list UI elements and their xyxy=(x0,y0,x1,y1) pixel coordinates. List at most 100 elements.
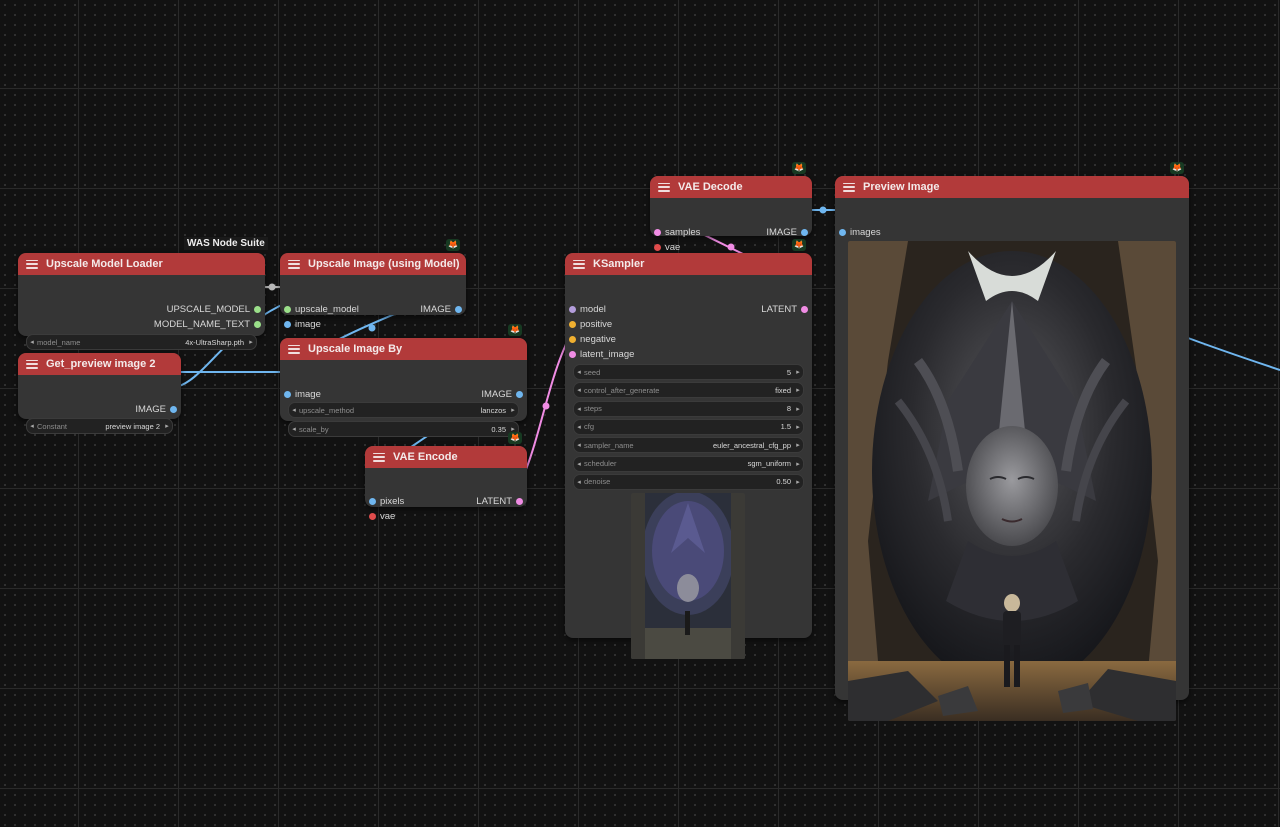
hamburger-icon[interactable] xyxy=(373,452,385,462)
input-label: positive xyxy=(580,319,613,330)
arrow-right-icon[interactable]: ▸ xyxy=(793,478,803,486)
widget-name: scheduler xyxy=(584,459,617,468)
node-header[interactable]: Upscale Image By xyxy=(280,338,527,360)
input-socket[interactable] xyxy=(284,321,291,328)
hamburger-icon[interactable] xyxy=(288,344,300,354)
arrow-right-icon[interactable]: ▸ xyxy=(793,460,803,468)
node-header[interactable]: Get_preview image 2 xyxy=(18,353,181,375)
output-socket[interactable] xyxy=(801,229,808,236)
widget-value: 1.5 xyxy=(780,422,791,432)
node-title: VAE Decode xyxy=(678,181,743,193)
sampler-name-widget[interactable]: ◂ sampler_name euler_ancestral_cfg_pp ▸ xyxy=(573,437,804,454)
output-socket[interactable] xyxy=(170,406,177,413)
output-socket[interactable] xyxy=(801,306,808,313)
arrow-right-icon[interactable]: ▸ xyxy=(246,338,256,346)
arrow-left-icon[interactable]: ◂ xyxy=(574,441,584,449)
output-label: LATENT xyxy=(761,304,797,315)
input-socket[interactable] xyxy=(284,306,291,313)
input-socket[interactable] xyxy=(569,306,576,313)
output-socket[interactable] xyxy=(254,321,261,328)
output-socket[interactable] xyxy=(455,306,462,313)
widget-name: cfg xyxy=(584,422,595,432)
arrow-right-icon[interactable]: ▸ xyxy=(162,422,172,430)
arrow-right-icon[interactable]: ▸ xyxy=(793,368,803,376)
widget-value: 0.50 xyxy=(776,477,791,487)
node-vae-decode[interactable]: VAE Decode samples IMAGE vae xyxy=(650,176,812,253)
widget-value: fixed xyxy=(775,385,791,395)
hamburger-icon[interactable] xyxy=(658,182,670,192)
arrow-left-icon[interactable]: ◂ xyxy=(574,460,584,468)
arrow-right-icon[interactable]: ▸ xyxy=(508,406,518,414)
preview-output-image xyxy=(848,241,1176,721)
arrow-right-icon[interactable]: ▸ xyxy=(793,386,803,394)
node-header[interactable]: KSampler xyxy=(565,253,812,275)
output-socket[interactable] xyxy=(516,498,523,505)
input-socket[interactable] xyxy=(839,229,846,236)
input-socket[interactable] xyxy=(654,244,661,251)
node-upscale-image-by[interactable]: Upscale Image By image IMAGE ◂ upscale_m… xyxy=(280,338,527,437)
fox-icon: 🦊 xyxy=(792,162,806,174)
widget-value: preview image 2 xyxy=(105,421,160,431)
fox-icon: 🦊 xyxy=(508,324,522,336)
widget-value: 0.35 xyxy=(491,424,506,434)
node-title: Upscale Model Loader xyxy=(46,258,163,270)
arrow-right-icon[interactable]: ▸ xyxy=(793,405,803,413)
input-label: vae xyxy=(380,511,396,522)
widget-value: sgm_uniform xyxy=(747,459,791,468)
node-header[interactable]: VAE Encode xyxy=(365,446,527,468)
arrow-left-icon[interactable]: ◂ xyxy=(27,338,37,346)
node-title: VAE Encode xyxy=(393,451,458,463)
arrow-left-icon[interactable]: ◂ xyxy=(574,478,584,486)
constant-widget[interactable]: ◂ Constant preview image 2 ▸ xyxy=(26,418,173,434)
seed-widget[interactable]: ◂ seed 5 ▸ xyxy=(573,364,804,380)
node-preview-image[interactable]: Preview Image images xyxy=(835,176,1189,721)
hamburger-icon[interactable] xyxy=(573,259,585,269)
arrow-left-icon[interactable]: ◂ xyxy=(574,368,584,376)
arrow-right-icon[interactable]: ▸ xyxy=(793,423,803,431)
arrow-left-icon[interactable]: ◂ xyxy=(289,425,299,433)
node-header[interactable]: Preview Image xyxy=(835,176,1189,198)
input-socket[interactable] xyxy=(369,513,376,520)
output-socket[interactable] xyxy=(516,391,523,398)
output-label: MODEL_NAME_TEXT xyxy=(153,319,250,330)
model-name-widget[interactable]: ◂ model_name 4x-UltraSharp.pth ▸ xyxy=(26,334,257,350)
cfg-widget[interactable]: ◂ cfg 1.5 ▸ xyxy=(573,418,804,435)
node-get-preview-image[interactable]: Get_preview image 2 IMAGE ◂ Constant pre… xyxy=(18,353,181,434)
arrow-left-icon[interactable]: ◂ xyxy=(574,386,584,394)
denoise-widget[interactable]: ◂ denoise 0.50 ▸ xyxy=(573,473,804,490)
steps-widget[interactable]: ◂ steps 8 ▸ xyxy=(573,400,804,417)
node-vae-encode[interactable]: VAE Encode pixels LATENT vae xyxy=(365,446,527,522)
upscale-method-widget[interactable]: ◂ upscale_method lanczos ▸ xyxy=(288,402,519,418)
input-socket[interactable] xyxy=(654,229,661,236)
input-socket[interactable] xyxy=(569,321,576,328)
scale-by-widget[interactable]: ◂ scale_by 0.35 ▸ xyxy=(288,421,519,437)
control-after-generate-widget[interactable]: ◂ control_after_generate fixed ▸ xyxy=(573,382,804,399)
node-header[interactable]: VAE Decode xyxy=(650,176,812,198)
input-socket[interactable] xyxy=(369,498,376,505)
arrow-left-icon[interactable]: ◂ xyxy=(574,423,584,431)
node-upscale-image-using-model[interactable]: Upscale Image (using Model) upscale_mode… xyxy=(280,253,466,330)
hamburger-icon[interactable] xyxy=(26,359,38,369)
input-socket[interactable] xyxy=(284,391,291,398)
output-socket[interactable] xyxy=(254,306,261,313)
widget-name: model_name xyxy=(37,337,81,347)
node-title: Upscale Image By xyxy=(308,343,403,355)
scheduler-widget[interactable]: ◂ scheduler sgm_uniform ▸ xyxy=(573,455,804,472)
input-label: pixels xyxy=(380,496,405,507)
arrow-left-icon[interactable]: ◂ xyxy=(574,405,584,413)
wire-preview-out xyxy=(1179,334,1280,371)
input-socket[interactable] xyxy=(569,351,576,358)
node-title: Upscale Image (using Model) xyxy=(308,258,460,270)
input-socket[interactable] xyxy=(569,336,576,343)
arrow-right-icon[interactable]: ▸ xyxy=(793,441,803,449)
hamburger-icon[interactable] xyxy=(26,259,38,269)
arrow-left-icon[interactable]: ◂ xyxy=(27,422,37,430)
node-header[interactable]: Upscale Model Loader xyxy=(18,253,265,275)
node-upscale-model-loader[interactable]: Upscale Model Loader UPSCALE_MODEL MODEL… xyxy=(18,253,265,350)
node-ksampler[interactable]: KSampler model LATENT positive negative … xyxy=(565,253,812,659)
node-header[interactable]: Upscale Image (using Model) xyxy=(280,253,466,275)
arrow-left-icon[interactable]: ◂ xyxy=(289,406,299,414)
input-label: upscale_model xyxy=(295,304,359,315)
hamburger-icon[interactable] xyxy=(288,259,300,269)
hamburger-icon[interactable] xyxy=(843,182,855,192)
